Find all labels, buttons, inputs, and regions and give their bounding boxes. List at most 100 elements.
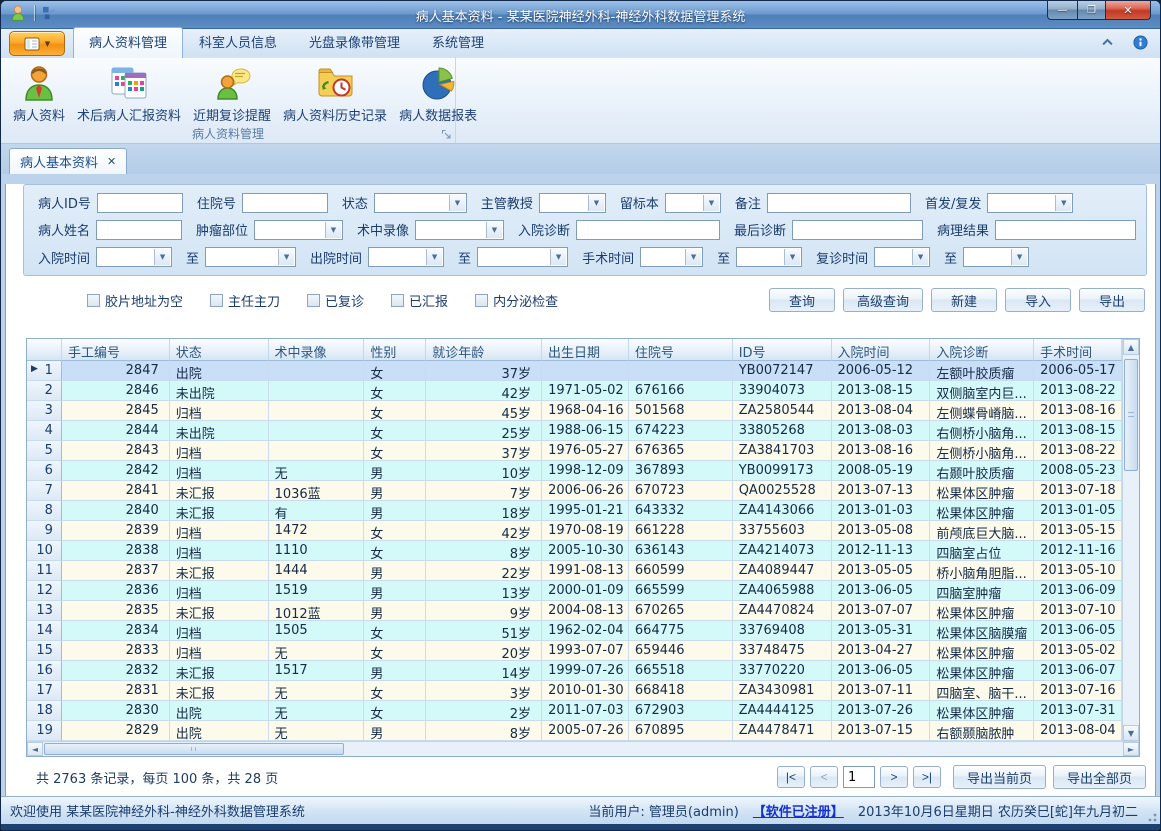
close-button[interactable]: ✕ (1105, 1, 1151, 20)
table-row[interactable]: 192829出院无男8岁2005-07-26670895ZA4478471201… (27, 721, 1122, 741)
column-header-5[interactable]: 就诊年龄 (426, 339, 542, 361)
row-selector[interactable]: 3 (27, 401, 62, 421)
ribbon-tab-2[interactable]: 光盘录像带管理 (293, 27, 416, 58)
prev-page-button[interactable]: < (810, 766, 838, 788)
row-selector[interactable]: 4 (27, 421, 62, 441)
filter-text-input[interactable] (96, 220, 182, 240)
filter-text-input[interactable] (242, 193, 328, 213)
row-selector[interactable]: 10 (27, 541, 62, 561)
filter-text-input[interactable] (995, 220, 1136, 240)
filter-select[interactable]: ▼ (96, 247, 172, 267)
row-selector[interactable]: 17 (27, 681, 62, 701)
ribbon-tab-3[interactable]: 系统管理 (416, 27, 500, 58)
column-header-7[interactable]: 住院号 (629, 339, 733, 361)
filter-select[interactable]: ▼ (539, 193, 606, 213)
ribbon-button-3[interactable]: 病人资料历史记录 (277, 61, 393, 126)
filter-select[interactable]: ▼ (368, 247, 444, 267)
table-row[interactable]: 72841未汇报1036蓝男7岁2006-06-26670723QA002552… (27, 481, 1122, 501)
table-row[interactable]: 22846未出院女42岁1971-05-02676166339040732013… (27, 381, 1122, 401)
maximize-button[interactable]: ❐ (1077, 1, 1105, 20)
filter-select[interactable]: ▼ (874, 247, 930, 267)
scroll-right-icon[interactable]: ► (1123, 742, 1139, 756)
row-selector[interactable]: 8 (27, 501, 62, 521)
checkbox-0[interactable]: 胶片地址为空 (87, 291, 183, 310)
filter-select[interactable]: ▼ (254, 220, 343, 240)
column-header-8[interactable]: ID号 (733, 339, 832, 361)
last-page-button[interactable]: >| (913, 766, 941, 788)
filter-select[interactable]: ▼ (415, 220, 504, 240)
dialog-launcher-icon[interactable] (441, 129, 452, 140)
action-button-1[interactable]: 高级查询 (843, 288, 923, 312)
app-menu-button[interactable]: ▼ (9, 31, 65, 56)
registered-link[interactable]: 【软件已注册】 (753, 801, 844, 820)
checkbox-2[interactable]: 已复诊 (307, 291, 364, 310)
first-page-button[interactable]: |< (777, 766, 805, 788)
action-button-2[interactable]: 新建 (931, 288, 997, 312)
column-header-11[interactable]: 手术时间 (1034, 339, 1122, 361)
filter-select[interactable]: ▼ (477, 247, 568, 267)
column-header-6[interactable]: 出生日期 (542, 339, 629, 361)
info-icon[interactable] (1133, 35, 1148, 50)
table-row[interactable]: 182830出院无女2岁2011-07-03672903ZA4444125201… (27, 701, 1122, 721)
table-row[interactable]: 82840未汇报有男18岁1995-01-21643332ZA414306620… (27, 501, 1122, 521)
scroll-left-icon[interactable]: ◄ (27, 742, 43, 756)
table-row[interactable]: 142834归档1505女51岁1962-02-0466477533769408… (27, 621, 1122, 641)
row-selector[interactable]: 2 (27, 381, 62, 401)
table-row[interactable]: ▶12847出院女37岁YB00721472006-05-12左额叶胶质瘤200… (27, 361, 1122, 381)
table-row[interactable]: 102838归档1110女8岁2005-10-30636143ZA4214073… (27, 541, 1122, 561)
checkbox-1[interactable]: 主任主刀 (210, 291, 280, 310)
table-row[interactable]: 32845归档女45岁1968-04-16501568ZA25805442013… (27, 401, 1122, 421)
row-selector[interactable]: 19 (27, 721, 62, 741)
row-selector[interactable]: 15 (27, 641, 62, 661)
row-selector[interactable]: 9 (27, 521, 62, 541)
row-selector[interactable]: 6 (27, 461, 62, 481)
checkbox-4[interactable]: 内分泌检查 (475, 291, 558, 310)
column-header-0[interactable] (27, 339, 62, 361)
resize-grip[interactable] (1145, 810, 1157, 822)
table-row[interactable]: 122836归档1519男13岁2000-01-09665599ZA406598… (27, 581, 1122, 601)
column-header-4[interactable]: 性别 (364, 339, 426, 361)
row-selector[interactable]: 11 (27, 561, 62, 581)
filter-select[interactable]: ▼ (736, 247, 802, 267)
column-header-2[interactable]: 状态 (170, 339, 269, 361)
ribbon-tab-0[interactable]: 病人资料管理 (73, 27, 183, 58)
filter-text-input[interactable] (97, 193, 183, 213)
column-header-3[interactable]: 术中录像 (269, 339, 365, 361)
action-button-4[interactable]: 导出 (1079, 288, 1145, 312)
table-row[interactable]: 62842归档无男10岁1998-12-09367893YB0099173200… (27, 461, 1122, 481)
filter-select[interactable]: ▼ (665, 193, 721, 213)
row-selector[interactable]: 5 (27, 441, 62, 461)
scroll-up-icon[interactable]: ▲ (1123, 339, 1139, 355)
filter-text-input[interactable] (767, 193, 911, 213)
row-selector[interactable]: 7 (27, 481, 62, 501)
ribbon-collapse-icon[interactable] (1100, 35, 1115, 50)
tab-close-icon[interactable]: ✕ (107, 155, 116, 168)
column-header-9[interactable]: 入院时间 (832, 339, 931, 361)
table-row[interactable]: 42844未出院女25岁1988-06-15674223338052682013… (27, 421, 1122, 441)
table-row[interactable]: 152833归档无女20岁1993-07-0765944633748475201… (27, 641, 1122, 661)
filter-select[interactable]: ▼ (205, 247, 296, 267)
ribbon-button-1[interactable]: 术后病人汇报资料 (71, 61, 187, 126)
export-all-pages-button[interactable]: 导出全部页 (1053, 765, 1146, 789)
filter-select[interactable]: ▼ (640, 247, 703, 267)
next-page-button[interactable]: > (880, 766, 908, 788)
vertical-scroll-thumb[interactable] (1124, 359, 1138, 471)
filter-select[interactable]: ▼ (963, 247, 1029, 267)
minimize-button[interactable]: — (1047, 1, 1077, 20)
table-row[interactable]: 52843归档女37岁1976-05-27676365ZA38417032013… (27, 441, 1122, 461)
ribbon-button-4[interactable]: 病人数据报表 (393, 61, 483, 126)
filter-text-input[interactable] (792, 220, 923, 240)
filter-select[interactable]: ▼ (987, 193, 1073, 213)
ribbon-tab-1[interactable]: 科室人员信息 (183, 27, 293, 58)
export-current-page-button[interactable]: 导出当前页 (953, 765, 1046, 789)
action-button-3[interactable]: 导入 (1005, 288, 1071, 312)
ribbon-button-0[interactable]: 病人资料 (7, 61, 71, 126)
row-selector[interactable]: 13 (27, 601, 62, 621)
row-selector[interactable]: ▶1 (27, 361, 62, 381)
filter-select[interactable]: ▼ (374, 193, 467, 213)
row-selector[interactable]: 18 (27, 701, 62, 721)
page-number-input[interactable] (843, 766, 875, 788)
vertical-scrollbar[interactable]: ▲ ▼ (1122, 339, 1139, 741)
tab-patient-basic-info[interactable]: 病人基本资料 ✕ (9, 148, 127, 174)
checkbox-3[interactable]: 已汇报 (391, 291, 448, 310)
